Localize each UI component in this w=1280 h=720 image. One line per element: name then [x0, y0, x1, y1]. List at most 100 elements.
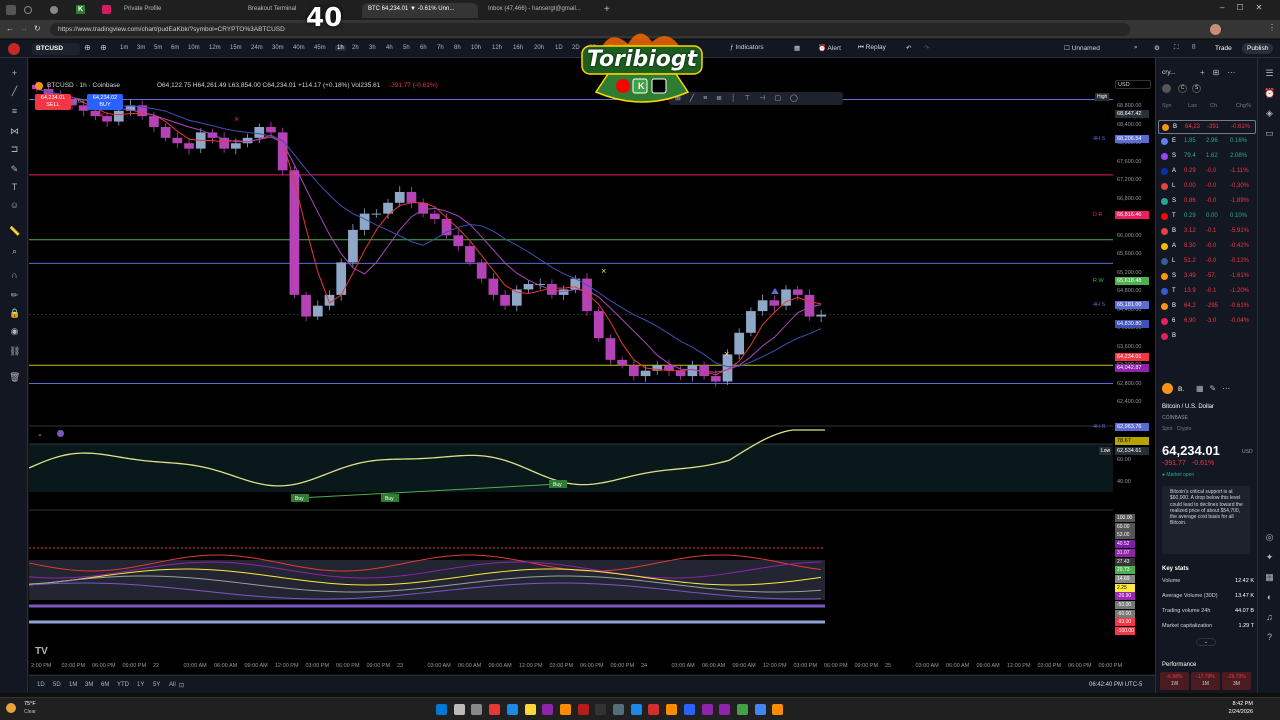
- timeframe-7h[interactable]: 7h: [437, 45, 444, 51]
- range-5y[interactable]: 5Y: [153, 682, 160, 688]
- range-all[interactable]: All: [169, 682, 176, 688]
- range-5d[interactable]: 5D: [53, 682, 61, 688]
- crosshair-icon[interactable]: +: [9, 68, 20, 79]
- chart-pane[interactable]: × × × × Buy Buy Buy BTCUSD · 1h · Coinbase O64…: [29, 58, 1155, 674]
- window-controls[interactable]: –☐✕: [1220, 3, 1274, 12]
- layers-icon[interactable]: ◈: [1264, 108, 1275, 119]
- lightbulb-icon[interactable]: ✦: [1264, 552, 1275, 563]
- goto-date-icon[interactable]: ⊡: [179, 682, 184, 689]
- user-avatar[interactable]: [8, 43, 20, 55]
- timeframe-3m[interactable]: 3m: [137, 45, 145, 51]
- alert-button[interactable]: ⏰ Alert: [818, 44, 841, 52]
- range-ytd[interactable]: YTD: [117, 682, 129, 688]
- performance-tile[interactable]: -17.79% 1M: [1191, 672, 1220, 690]
- watchlist-row[interactable]: B: [1158, 330, 1256, 344]
- alerts-icon[interactable]: ⏰: [1264, 88, 1275, 99]
- layout-button[interactable]: ☐ Unnamed: [1064, 44, 1100, 52]
- timeframe-4h[interactable]: 4h: [386, 45, 393, 51]
- edge-icon[interactable]: [506, 704, 518, 715]
- watchlist-row[interactable]: B 3.12 -0.1 -5.91%: [1158, 225, 1256, 239]
- watchlist-row[interactable]: T 0.29 0.00 0.10%: [1158, 210, 1256, 224]
- chat-icon[interactable]: ▭: [1264, 128, 1275, 139]
- timeframe-1h[interactable]: 1h: [335, 45, 346, 51]
- search-icon[interactable]: ⌕: [1134, 44, 1138, 52]
- app-icon[interactable]: [559, 704, 571, 715]
- app-icon[interactable]: [736, 704, 748, 715]
- news-card[interactable]: Bitcoin's critical support is at $60,000…: [1162, 486, 1250, 554]
- brush-icon[interactable]: ✎: [9, 164, 20, 175]
- tiktok-icon[interactable]: [595, 704, 607, 715]
- tab-icon-1[interactable]: [24, 6, 32, 14]
- tab-icon-4[interactable]: [102, 5, 111, 14]
- col-symbol[interactable]: Syn: [1162, 103, 1171, 109]
- watchlist-icon[interactable]: ☰: [1264, 68, 1275, 79]
- steam-icon[interactable]: [630, 704, 642, 715]
- ideas-icon[interactable]: ◎: [1264, 532, 1275, 543]
- emoji-icon[interactable]: ☺: [9, 200, 20, 211]
- replay-button[interactable]: ⏮ Replay: [858, 44, 886, 52]
- profile-avatar[interactable]: [1210, 24, 1221, 35]
- app-icon[interactable]: [701, 704, 713, 715]
- tab-private-profile[interactable]: Private Profile: [118, 3, 238, 18]
- time-axis[interactable]: 2:00 PM 03:00 PM 06:00 PM 09:00 PM 22 03:00 A…: [29, 660, 1155, 674]
- text-tool-icon[interactable]: T: [9, 182, 20, 193]
- timeframe-30m[interactable]: 30m: [272, 45, 284, 51]
- trade-button[interactable]: Trade: [1210, 43, 1237, 54]
- pattern-icon[interactable]: ⋈: [9, 126, 20, 137]
- ruler-icon[interactable]: 📏: [9, 226, 20, 237]
- compare-icon[interactable]: ⊕: [84, 43, 91, 52]
- bell-icon[interactable]: ◐: [1264, 592, 1275, 603]
- taskview-icon[interactable]: [471, 704, 483, 715]
- filter-icon[interactable]: [1162, 84, 1171, 93]
- timeframe-24m[interactable]: 24m: [251, 45, 263, 51]
- chrome-icon[interactable]: [754, 704, 766, 715]
- watchlist-row[interactable]: S 3.49 -57. -1.61%: [1158, 270, 1256, 284]
- timeframe-1D[interactable]: 1D: [555, 45, 563, 51]
- app-icon[interactable]: [772, 704, 784, 715]
- col-last[interactable]: Las: [1188, 103, 1197, 109]
- range-1y[interactable]: 1Y: [137, 682, 144, 688]
- watchlist-row[interactable]: A 0.29 -0.0 -1.11%: [1158, 165, 1256, 179]
- windows-start-icon[interactable]: [436, 704, 447, 715]
- timeframe-40m[interactable]: 40m: [293, 45, 305, 51]
- back-icon[interactable]: ←: [6, 24, 14, 33]
- sell-button[interactable]: 64,234.01 SELL: [35, 94, 71, 110]
- expand-stats-icon[interactable]: ⌄: [1196, 638, 1216, 646]
- watchlist-row[interactable]: 6 6,90 -3.0 -0.04%: [1158, 315, 1256, 329]
- browser-menu-dots-icon[interactable]: ⋮: [1268, 23, 1276, 32]
- fullscreen-icon[interactable]: ⛶: [1174, 44, 1179, 52]
- browser-menu-icon[interactable]: [6, 5, 16, 15]
- performance-tile[interactable]: -6.98% 1W: [1160, 672, 1189, 690]
- timeframe-20h[interactable]: 20h: [534, 45, 544, 51]
- timeframe-45m[interactable]: 45m: [314, 45, 326, 51]
- range-6m[interactable]: 6M: [101, 682, 109, 688]
- price-axis[interactable]: USD 68,800.00 68,400.00 68,000.00 67,600.00…: [1093, 78, 1155, 668]
- watchlist-actions[interactable]: +⊞⋯: [1200, 68, 1243, 77]
- timeframe-8h[interactable]: 8h: [454, 45, 461, 51]
- tab-tradingview[interactable]: BTC 64,234.01 ▼ -0.61% Unn...: [362, 3, 478, 18]
- performance-tile[interactable]: -26.73% 3M: [1222, 672, 1251, 690]
- publish-button[interactable]: Publish: [1242, 43, 1274, 54]
- collapse-pane-icon[interactable]: ⌄: [37, 430, 43, 438]
- detail-actions[interactable]: ▦✎⋯: [1196, 384, 1236, 393]
- taskbar-date[interactable]: 2/24/2026: [1213, 709, 1253, 715]
- app-icon[interactable]: [542, 704, 554, 715]
- symbol-search[interactable]: BTCUSD: [32, 43, 80, 55]
- reload-icon[interactable]: ↻: [34, 24, 41, 33]
- col-change-pct[interactable]: Chg%: [1236, 103, 1251, 109]
- buy-button[interactable]: 64,234.02 BUY: [87, 94, 123, 110]
- redo-icon[interactable]: ↷: [924, 44, 929, 52]
- tab-icon-3[interactable]: K: [76, 5, 85, 14]
- weather-temp[interactable]: 75°F: [24, 701, 36, 707]
- watchlist-row[interactable]: S 0.86 -0.0 -1.89%: [1158, 195, 1256, 209]
- tab-icon-2[interactable]: [50, 6, 58, 14]
- range-3m[interactable]: 3M: [85, 682, 93, 688]
- youtube-icon[interactable]: [489, 704, 501, 715]
- watchlist-title[interactable]: cry...: [1162, 69, 1176, 76]
- app-icon[interactable]: [719, 704, 731, 715]
- forward-icon[interactable]: →: [20, 24, 28, 33]
- app-icon[interactable]: [666, 704, 678, 715]
- watchlist-row[interactable]: B 64,2 -295 -0.61%: [1158, 300, 1256, 314]
- magnet-icon[interactable]: ∩: [9, 270, 20, 281]
- app-icon[interactable]: [648, 704, 660, 715]
